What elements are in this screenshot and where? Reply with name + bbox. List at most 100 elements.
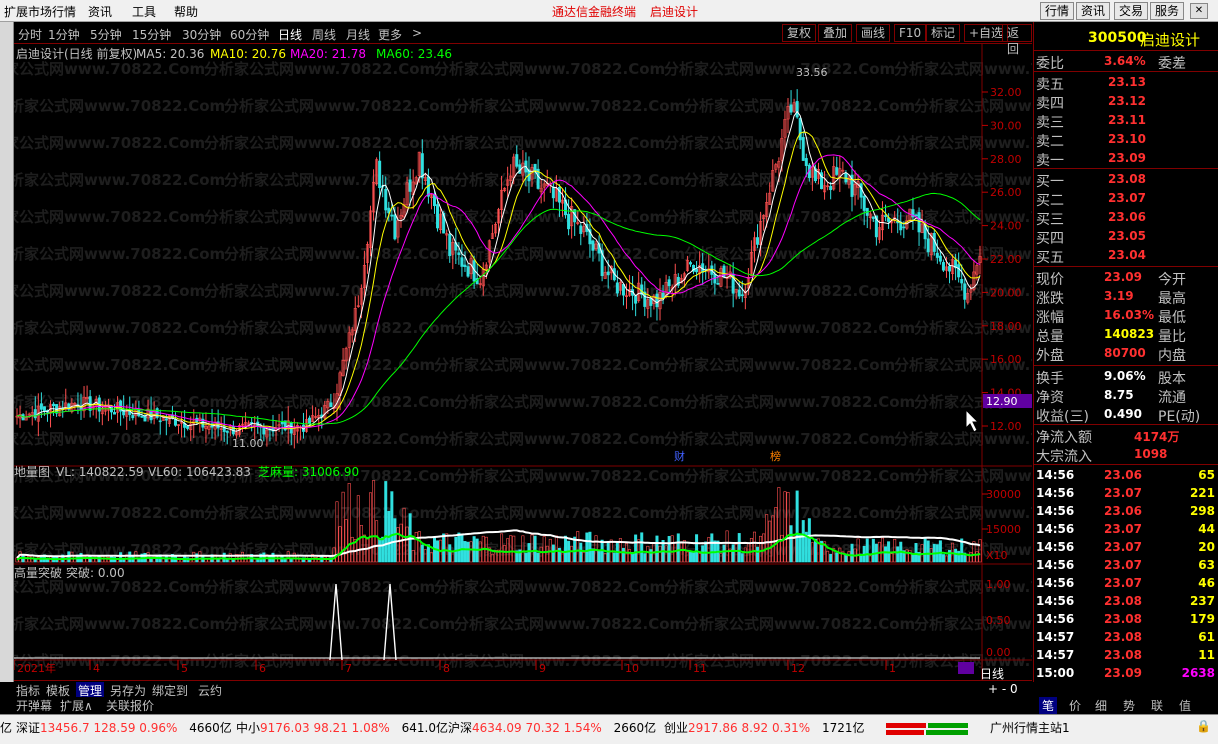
- period-5min[interactable]: 5分钟: [90, 26, 122, 43]
- ask-row[interactable]: 卖四 23.12: [1034, 92, 1218, 112]
- tab-related[interactable]: 关联报价: [106, 697, 154, 714]
- volume-bar: [756, 546, 760, 563]
- mark-button[interactable]: 标记: [926, 24, 961, 42]
- candle-body: [960, 278, 964, 284]
- zoom-buttons[interactable]: + - 0: [988, 682, 1018, 696]
- period-60min[interactable]: 60分钟: [230, 26, 269, 43]
- watermark-text: 分析家公式网www.70822.Com: [224, 245, 455, 263]
- period-15min[interactable]: 15分钟: [132, 26, 171, 43]
- finance-marker[interactable]: 财: [674, 449, 685, 463]
- period-30min[interactable]: 30分钟: [182, 26, 221, 43]
- ask-row[interactable]: 卖二 23.10: [1034, 130, 1218, 150]
- rtab-link[interactable]: 联: [1151, 697, 1163, 714]
- volume-bar: [692, 552, 696, 563]
- volume-bar: [789, 525, 793, 563]
- volume-bar: [436, 540, 440, 563]
- lock-icon[interactable]: 🔒: [1196, 719, 1211, 733]
- rtab-value[interactable]: 值: [1179, 697, 1191, 714]
- left-toolbar[interactable]: [0, 22, 14, 682]
- volume-bar: [597, 550, 601, 563]
- bid-row[interactable]: 买四 23.05: [1034, 227, 1218, 247]
- candle-body: [384, 188, 388, 211]
- ask-row[interactable]: 卖三 23.11: [1034, 111, 1218, 131]
- draw-button[interactable]: 画线: [856, 24, 891, 42]
- time-label: 7: [345, 662, 352, 675]
- candle-body: [457, 252, 461, 255]
- stat-row: 净资 8.75 流通: [1036, 388, 1186, 406]
- bid-row[interactable]: 买三 23.06: [1034, 208, 1218, 228]
- tick-row: 14:56 23.07 63: [1036, 558, 1215, 572]
- bid-row[interactable]: 买一 23.08: [1034, 170, 1218, 190]
- stat-row: 换手 9.06% 股本: [1036, 369, 1186, 387]
- watermark-text: 分析家公式网www.70822.Com: [664, 208, 895, 226]
- ind-tick-05: 0.50: [986, 614, 1011, 627]
- volume-bar: [466, 541, 470, 563]
- close-icon[interactable]: ✕: [1190, 3, 1208, 19]
- menu-help[interactable]: 帮助: [174, 3, 198, 20]
- candle-body: [756, 237, 760, 245]
- ask-row[interactable]: 卖一 23.09: [1034, 149, 1218, 169]
- menu-market[interactable]: 扩展市场行情: [4, 3, 76, 20]
- watermark-text: 分析家公式网www.70822.Com: [204, 652, 435, 670]
- overlay-button[interactable]: 叠加: [818, 24, 853, 42]
- rtab-trend[interactable]: 势: [1123, 697, 1135, 714]
- info-button[interactable]: 资讯: [1076, 2, 1111, 20]
- volume-bar: [649, 549, 653, 563]
- volume-bar: [457, 532, 461, 563]
- menu-news[interactable]: 资讯: [88, 3, 112, 20]
- period-timeshare[interactable]: 分时: [18, 26, 42, 43]
- rtab-trades[interactable]: 笔: [1039, 697, 1058, 714]
- volume-bar: [579, 542, 583, 563]
- candle-body: [567, 213, 571, 230]
- menu-tools[interactable]: 工具: [132, 3, 156, 20]
- tab-extend[interactable]: 扩展∧: [60, 697, 93, 714]
- period-daily[interactable]: 日线: [278, 26, 302, 43]
- market-breadth-icon: [886, 721, 976, 740]
- candle-body: [408, 179, 412, 192]
- tab-danmaku[interactable]: 开弹幕: [16, 697, 52, 714]
- adjust-button[interactable]: 复权: [782, 24, 817, 42]
- bid-row[interactable]: 买五 23.04: [1034, 246, 1218, 266]
- service-button[interactable]: 服务: [1150, 2, 1185, 20]
- volume-bar: [454, 536, 458, 563]
- stock-name: 启迪设计: [1140, 31, 1201, 49]
- list-marker[interactable]: 榜: [770, 449, 781, 463]
- stat-row: 总量 140823 量比: [1036, 327, 1186, 345]
- watermark-text: 分析家公式网www.70822.Com: [434, 60, 665, 78]
- period-weekly[interactable]: 周线: [312, 26, 336, 43]
- ask-row[interactable]: 卖五 23.13: [1034, 73, 1218, 93]
- period-1min[interactable]: 1分钟: [48, 26, 80, 43]
- index-shenzhen[interactable]: 深证13456.7 128.59 0.96% 4660亿: [16, 719, 232, 736]
- index-gem[interactable]: 创业2917.86 8.92 0.31% 1721亿: [664, 719, 865, 736]
- chart-area[interactable]: 分析家公式网www.70822.Com分析家公式网www.70822.Com分析…: [0, 44, 1145, 680]
- period-more[interactable]: 更多: [378, 26, 402, 43]
- period-monthly[interactable]: 月线: [346, 26, 370, 43]
- index-sme[interactable]: 中小9176.03 98.21 1.08% 641.0亿: [236, 719, 448, 736]
- f10-button[interactable]: F10: [894, 24, 927, 42]
- watermark-text: 分析家公式网www.70822.Com: [894, 134, 1032, 152]
- watermark-text: 分析家公式网www.70822.Com: [434, 208, 665, 226]
- weibi-row: 委比 3.64% 委差: [1036, 54, 1186, 72]
- period-label[interactable]: 日线: [980, 665, 1004, 682]
- chevron-right-icon[interactable]: >: [412, 26, 422, 40]
- quote-button[interactable]: 行情: [1040, 2, 1075, 20]
- watermark-text: 分析家公式网www.70822.Com: [454, 171, 685, 189]
- tick-row: 14:56 23.07 221: [1036, 486, 1215, 500]
- trade-button[interactable]: 交易: [1114, 2, 1149, 20]
- zmj-label: 芝麻量: 31006.90: [258, 464, 359, 479]
- rtab-detail[interactable]: 细: [1095, 697, 1107, 714]
- watermark-text: 分析家公式网www.70822.Com: [664, 430, 895, 448]
- server-name[interactable]: 广州行情主站1: [990, 719, 1070, 736]
- watermark-text: 分析家公式网www.70822.Com: [14, 504, 205, 522]
- index-hs[interactable]: 沪深4634.09 70.32 1.54% 2660亿: [448, 719, 656, 736]
- price-tick-label: 30.00: [990, 119, 1022, 132]
- volume-bar: [938, 540, 942, 563]
- kline-chart-svg[interactable]: 分析家公式网www.70822.Com分析家公式网www.70822.Com分析…: [0, 44, 1145, 680]
- candle-body: [695, 268, 699, 273]
- candle-body: [829, 186, 833, 191]
- candle-body: [634, 295, 638, 304]
- volume-bar: [393, 518, 397, 563]
- back-button[interactable]: 返回: [1002, 24, 1032, 56]
- rtab-price[interactable]: 价: [1069, 697, 1081, 714]
- bid-row[interactable]: 买二 23.07: [1034, 189, 1218, 209]
